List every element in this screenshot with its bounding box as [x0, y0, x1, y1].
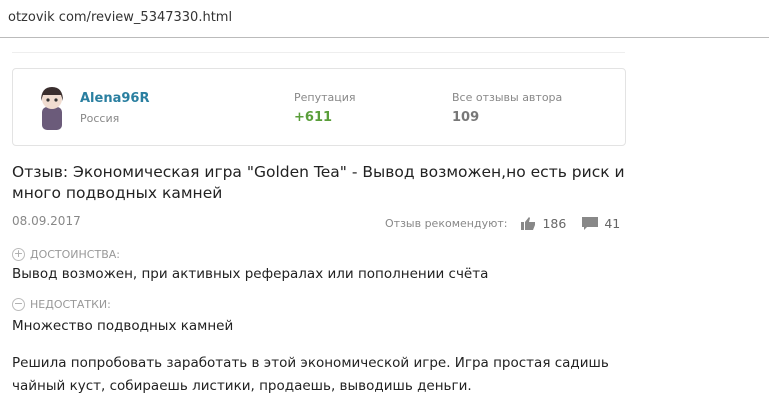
- review-date: 08.09.2017: [12, 214, 81, 228]
- cons-text: Множество подводных камней: [12, 318, 234, 334]
- author-country: Россия: [80, 112, 120, 125]
- recommendations: Отзыв рекомендуют: 186 41: [385, 216, 620, 231]
- address-bar-url[interactable]: otzovik com/review_5347330.html: [8, 10, 232, 25]
- all-reviews-count[interactable]: 109: [452, 110, 479, 125]
- thumbs-up-icon[interactable]: [521, 217, 536, 230]
- all-reviews-label[interactable]: Все отзывы автора: [452, 91, 562, 104]
- cons-header: − НЕДОСТАТКИ:: [12, 298, 111, 311]
- review-body: Решила попробовать заработать в этой эко…: [12, 355, 609, 394]
- likes-count: 186: [542, 216, 567, 231]
- review-title: Отзыв: Экономическая игра "Golden Tea" -…: [12, 163, 625, 202]
- pros-header: + ДОСТОИНСТВА:: [12, 248, 120, 261]
- reputation-label: Репутация: [294, 91, 356, 104]
- divider: [12, 52, 625, 53]
- recommend-label: Отзыв рекомендуют:: [385, 217, 508, 230]
- comment-icon[interactable]: [582, 216, 599, 231]
- author-name-link[interactable]: Alena96R: [80, 91, 149, 106]
- comments-count[interactable]: 41: [604, 216, 620, 231]
- author-card: Alena96R Россия Репутация +611 Все отзыв…: [12, 68, 626, 146]
- avatar[interactable]: [37, 85, 67, 130]
- divider: [0, 37, 769, 38]
- reputation-value: +611: [294, 110, 333, 125]
- pros-text: Вывод возможен, при активных рефералах и…: [12, 266, 489, 282]
- pros-label: ДОСТОИНСТВА:: [30, 248, 120, 261]
- minus-icon: −: [12, 297, 25, 311]
- plus-icon: +: [12, 247, 25, 261]
- cons-label: НЕДОСТАТКИ:: [30, 298, 111, 311]
